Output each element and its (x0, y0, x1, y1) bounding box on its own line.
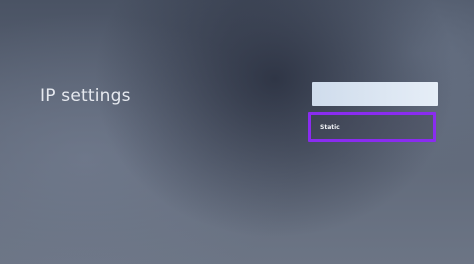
ip-settings-screen: IP settings Static (0, 0, 474, 264)
page-title: IP settings (40, 86, 131, 106)
ip-option-dhcp[interactable] (312, 82, 438, 106)
option-label: Static (320, 124, 340, 131)
ip-settings-options: Static (308, 82, 438, 142)
ip-option-static[interactable]: Static (308, 112, 436, 142)
